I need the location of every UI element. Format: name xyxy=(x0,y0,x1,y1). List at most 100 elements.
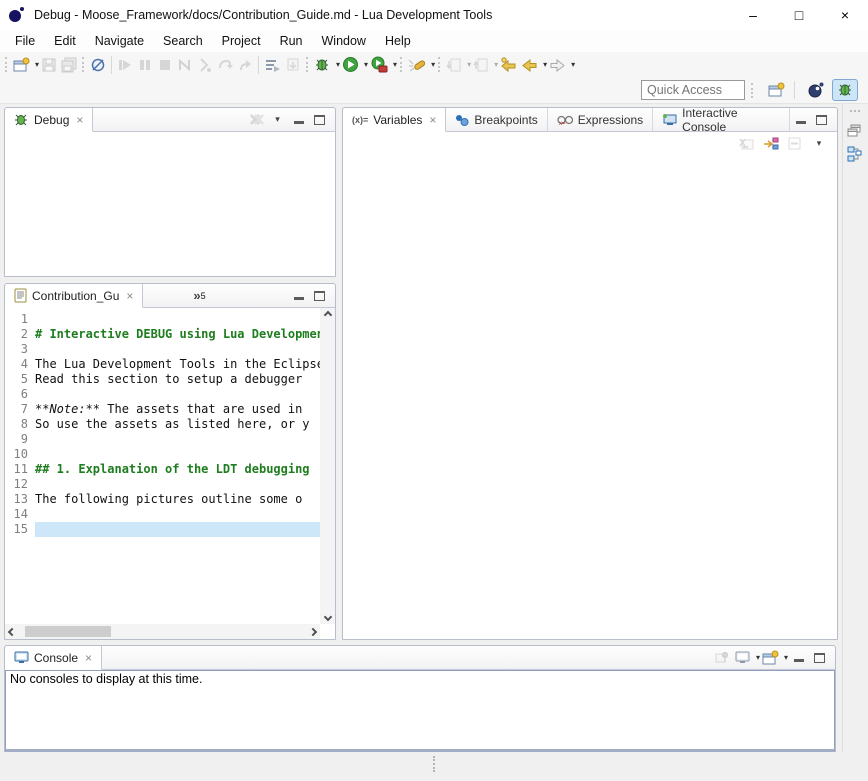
skip-breakpoints-icon xyxy=(90,57,106,73)
editor-body[interactable]: 1 2# Interactive DEBUG using Lua Develop… xyxy=(5,308,335,639)
debug-button[interactable] xyxy=(312,54,333,76)
remove-terminated-launches-button[interactable] xyxy=(246,110,267,130)
previous-annotation-button[interactable] xyxy=(471,54,491,76)
editor-text-area[interactable]: 1 2# Interactive DEBUG using Lua Develop… xyxy=(5,312,320,624)
collapse-all-button[interactable] xyxy=(783,134,807,154)
back-button[interactable] xyxy=(519,54,540,76)
search-button[interactable] xyxy=(406,54,428,76)
toolbar-separator xyxy=(111,56,112,74)
toolbar-separator xyxy=(258,56,259,74)
window-maximize-button[interactable]: □ xyxy=(776,0,822,30)
quick-access-input[interactable] xyxy=(641,80,745,100)
previous-annotation-dropdown-arrow[interactable]: ▾ xyxy=(494,60,498,69)
save-all-icon xyxy=(61,57,77,73)
tab-debug-close-icon[interactable]: × xyxy=(76,114,83,126)
variables-maximize-button[interactable] xyxy=(811,110,832,130)
minimize-icon xyxy=(294,121,304,124)
window-minimize-button[interactable]: – xyxy=(730,0,776,30)
skip-all-breakpoints-button[interactable] xyxy=(88,54,108,76)
variables-minimize-button[interactable] xyxy=(790,110,811,130)
step-into-icon xyxy=(197,57,213,73)
step-return-button[interactable] xyxy=(235,54,255,76)
menu-help[interactable]: Help xyxy=(376,32,421,50)
terminate-button[interactable] xyxy=(155,54,175,76)
editor-more-tabs[interactable]: »5 xyxy=(143,284,205,307)
console-minimize-button[interactable] xyxy=(788,648,809,668)
tab-interactive-console-label: Interactive Console xyxy=(682,106,780,134)
save-all-button[interactable] xyxy=(59,54,79,76)
show-type-names-button[interactable] xyxy=(735,134,759,154)
debug-minimize-button[interactable] xyxy=(288,110,309,130)
console-content[interactable]: No consoles to display at this time. xyxy=(5,670,835,752)
search-dropdown-arrow[interactable]: ▾ xyxy=(431,60,435,69)
lua-perspective-button[interactable] xyxy=(803,79,829,101)
tab-expressions[interactable]: x= Expressions xyxy=(548,108,653,131)
variables-view-menu-button[interactable]: ▾ xyxy=(807,134,831,154)
tab-breakpoints[interactable]: Breakpoints xyxy=(446,108,547,131)
status-drag-handle[interactable] xyxy=(433,756,435,772)
scroll-up-icon[interactable] xyxy=(323,311,331,319)
drop-to-frame-button[interactable] xyxy=(283,54,303,76)
step-into-button[interactable] xyxy=(195,54,215,76)
editor-maximize-button[interactable] xyxy=(309,286,330,306)
menu-window[interactable]: Window xyxy=(313,32,376,50)
editor-minimize-button[interactable] xyxy=(288,286,309,306)
tab-interactive-console[interactable]: Interactive Console xyxy=(653,108,790,131)
editor-vertical-scrollbar[interactable] xyxy=(320,308,335,624)
tab-editor-close-icon[interactable]: × xyxy=(126,290,133,302)
editor-horizontal-scrollbar[interactable] xyxy=(5,624,320,639)
resume-button[interactable] xyxy=(115,54,135,76)
external-tools-dropdown-arrow[interactable]: ▾ xyxy=(393,60,397,69)
scroll-right-icon[interactable] xyxy=(309,627,317,635)
save-button[interactable] xyxy=(39,54,59,76)
step-over-button[interactable] xyxy=(215,54,235,76)
menu-run[interactable]: Run xyxy=(271,32,313,50)
menu-navigate[interactable]: Navigate xyxy=(86,32,154,50)
tab-console-close-icon[interactable]: × xyxy=(85,652,92,664)
collapse-all-icon xyxy=(788,137,802,150)
outline-view-button[interactable] xyxy=(845,144,865,164)
open-console-button[interactable] xyxy=(760,648,781,668)
scroll-down-icon[interactable] xyxy=(323,613,331,621)
run-button[interactable] xyxy=(340,54,361,76)
console-maximize-button[interactable] xyxy=(809,648,830,668)
tab-editor-contribution-guide[interactable]: Contribution_Gu × xyxy=(5,284,143,308)
tab-console-label: Console xyxy=(34,651,78,665)
restore-view-button[interactable] xyxy=(845,120,865,140)
suspend-button[interactable] xyxy=(135,54,155,76)
tab-variables[interactable]: (x)= Variables × xyxy=(343,108,446,132)
scroll-left-icon[interactable] xyxy=(8,627,16,635)
menu-edit[interactable]: Edit xyxy=(45,32,86,50)
window-close-button[interactable]: × xyxy=(822,0,868,30)
debug-view-panel: Debug × ▾ xyxy=(4,107,336,277)
status-bar xyxy=(0,752,868,781)
trim-drag-handle[interactable] xyxy=(850,110,860,112)
tab-variables-close-icon[interactable]: × xyxy=(429,114,436,126)
debug-bug-icon xyxy=(14,113,29,127)
show-logical-structure-button[interactable] xyxy=(759,134,783,154)
right-trim-bar xyxy=(842,104,866,752)
debug-maximize-button[interactable] xyxy=(309,110,330,130)
forward-dropdown-arrow[interactable]: ▾ xyxy=(571,60,575,69)
new-wizard-button[interactable] xyxy=(11,54,32,76)
forward-button[interactable] xyxy=(547,54,568,76)
menu-search[interactable]: Search xyxy=(154,32,213,50)
debug-perspective-button[interactable] xyxy=(832,79,858,101)
menu-project[interactable]: Project xyxy=(213,32,271,50)
menu-file[interactable]: File xyxy=(6,32,45,50)
expressions-icon: x= xyxy=(557,113,573,126)
debug-bug-icon xyxy=(314,57,331,73)
tab-console[interactable]: Console × xyxy=(5,646,102,670)
tab-debug[interactable]: Debug × xyxy=(5,108,93,132)
use-step-filters-button[interactable] xyxy=(262,54,283,76)
toolbar-drag-handle xyxy=(438,57,441,72)
debug-view-menu-button[interactable]: ▾ xyxy=(267,110,288,130)
open-perspective-button[interactable] xyxy=(763,79,789,101)
run-external-tools-button[interactable] xyxy=(368,54,390,76)
display-selected-console-button[interactable] xyxy=(732,648,753,668)
pin-console-button[interactable] xyxy=(711,648,732,668)
scrollbar-thumb[interactable] xyxy=(25,626,111,637)
next-annotation-button[interactable] xyxy=(444,54,464,76)
last-edit-location-button[interactable] xyxy=(498,54,519,76)
disconnect-button[interactable] xyxy=(175,54,195,76)
